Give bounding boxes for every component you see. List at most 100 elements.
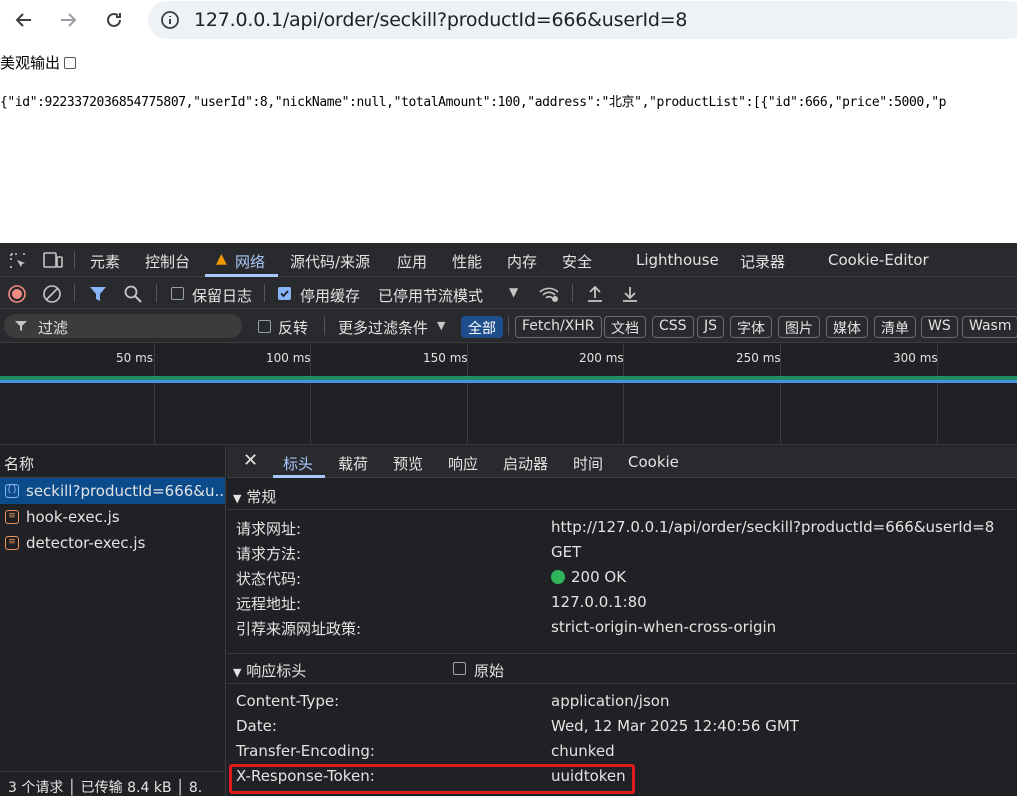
header-value: chunked [551, 742, 615, 760]
tab-network[interactable]: 网络 [235, 251, 265, 272]
header-value: application/json [551, 692, 670, 710]
download-icon[interactable] [621, 284, 639, 304]
address-bar[interactable]: 127.0.0.1/api/order/seckill?productId=66… [148, 1, 1017, 39]
filter-chip-fetch-xhr[interactable]: Fetch/XHR [515, 316, 602, 338]
tab-security[interactable]: 安全 [562, 251, 592, 272]
filter-chip-doc[interactable]: 文档 [604, 316, 646, 338]
tab-performance[interactable]: 性能 [452, 251, 482, 272]
filter-chip-manifest[interactable]: 清单 [874, 316, 916, 338]
filter-bar: 过滤 反转 更多过滤条件 ▼ 全部 Fetch/XHR 文档 CSS JS 字体… [0, 309, 1017, 343]
request-name: seckill?productId=666&u... [26, 482, 225, 500]
divider [508, 317, 509, 335]
pretty-print-checkbox[interactable] [64, 56, 77, 69]
reload-icon [107, 12, 121, 27]
timeline-tick: 200 ms [579, 351, 624, 365]
chevron-down-icon[interactable]: ▼ [509, 285, 518, 299]
header-value: 127.0.0.1:80 [551, 593, 647, 611]
tab-cookie-editor[interactable]: Cookie-Editor [828, 251, 929, 269]
header-key: 状态代码: [236, 570, 302, 588]
header-key: 请求方法: [236, 545, 302, 563]
section-title: 响应标头 [246, 662, 307, 680]
network-summary: 3 个请求 │ 已传输 8.4 kB │ 8. [0, 771, 226, 796]
tab-sources[interactable]: 源代码/来源 [290, 251, 370, 272]
tab-recorder[interactable]: 记录器 [740, 251, 785, 272]
tab-application[interactable]: 应用 [397, 251, 427, 272]
highlight-box [229, 764, 635, 794]
tab-cookie[interactable]: Cookie [628, 453, 679, 471]
devtools-panel: 元素 控制台 ▲ 网络 源代码/来源 应用 性能 内存 安全 Lighthous… [0, 243, 1017, 796]
filter-placeholder: 过滤 [38, 319, 69, 337]
invert-label: 反转 [278, 319, 309, 337]
tab-timing[interactable]: 时间 [573, 453, 603, 474]
request-row[interactable]: ≡ hook-exec.js [0, 504, 225, 530]
search-icon[interactable] [123, 284, 143, 304]
throttling-select[interactable]: 已停用节流模式 [378, 285, 483, 306]
json-response-text: {"id":9223372036854775807,"userId":8,"ni… [0, 95, 947, 110]
timeline-tick: 300 ms [893, 351, 938, 365]
header-key: 请求网址: [236, 520, 302, 538]
timeline-tick: 50 ms [116, 351, 154, 365]
preserve-log-checkbox[interactable] [171, 287, 184, 300]
request-row[interactable]: {} seckill?productId=666&u... [0, 478, 225, 504]
status-ok-icon [551, 570, 565, 584]
device-toolbar-icon[interactable] [42, 251, 64, 271]
script-icon: ≡ [5, 536, 19, 550]
details-tab-bar: ✕ 标头 载荷 预览 响应 启动器 时间 Cookie [227, 446, 1017, 478]
filter-chip-font[interactable]: 字体 [730, 316, 772, 338]
filter-chip-all[interactable]: 全部 [461, 316, 503, 338]
filter-icon[interactable] [89, 285, 107, 303]
filter-chip-wasm[interactable]: Wasm [962, 316, 1017, 338]
arrow-left-icon [15, 13, 31, 27]
raw-checkbox[interactable] [453, 662, 466, 675]
filter-chip-media[interactable]: 媒体 [826, 316, 868, 338]
filter-chip-ws[interactable]: WS [921, 316, 958, 338]
header-key: 引荐来源网址政策: [236, 620, 362, 638]
url-text[interactable]: 127.0.0.1/api/order/seckill?productId=66… [194, 9, 688, 31]
request-row[interactable]: ≡ detector-exec.js [0, 530, 225, 556]
request-name: detector-exec.js [26, 534, 146, 552]
more-filters-dropdown[interactable]: 更多过滤条件 [338, 317, 428, 338]
divider [264, 284, 265, 302]
warning-icon: ▲ [216, 251, 227, 267]
header-key: 远程地址: [236, 595, 302, 613]
divider [74, 251, 75, 269]
back-button[interactable] [10, 6, 38, 34]
forward-button[interactable] [54, 6, 82, 34]
filter-chip-js[interactable]: JS [697, 316, 725, 338]
record-stop-icon[interactable] [7, 284, 27, 304]
invert-checkbox[interactable] [258, 320, 271, 333]
filter-chip-img[interactable]: 图片 [778, 316, 820, 338]
tab-console[interactable]: 控制台 [145, 251, 190, 272]
column-header-name[interactable]: 名称 [0, 446, 225, 478]
tab-lighthouse[interactable]: Lighthouse [636, 251, 719, 269]
request-list: 名称 {} seckill?productId=666&u... ≡ hook-… [0, 446, 226, 796]
filter-icon [15, 321, 27, 331]
tab-memory[interactable]: 内存 [507, 251, 537, 272]
pretty-print-toggle[interactable]: 美观输出 [0, 52, 77, 73]
clear-icon[interactable] [42, 284, 62, 304]
filter-input[interactable]: 过滤 [4, 314, 242, 338]
close-icon[interactable]: ✕ [243, 450, 258, 471]
general-section-header[interactable]: ▼ 常规 [227, 479, 1017, 509]
disable-cache-checkbox[interactable] [278, 287, 291, 300]
tab-response[interactable]: 响应 [448, 453, 478, 474]
raw-label: 原始 [474, 662, 505, 680]
network-conditions-icon[interactable] [538, 284, 560, 304]
info-icon[interactable] [160, 10, 180, 30]
inspect-element-icon[interactable] [8, 251, 28, 271]
chevron-down-icon[interactable]: ▼ [437, 319, 445, 332]
header-key: Date: [236, 717, 277, 735]
filter-chip-css[interactable]: CSS [652, 316, 694, 338]
request-name: hook-exec.js [26, 508, 120, 526]
tab-elements[interactable]: 元素 [90, 251, 120, 272]
tab-initiator[interactable]: 启动器 [503, 453, 548, 474]
reload-button[interactable] [100, 6, 128, 34]
tab-preview[interactable]: 预览 [393, 453, 423, 474]
response-headers-section-header[interactable]: ▼ 响应标头 [227, 653, 1017, 683]
timeline-tick: 100 ms [266, 351, 311, 365]
tab-payload[interactable]: 载荷 [338, 453, 368, 474]
tab-headers[interactable]: 标头 [283, 453, 313, 474]
upload-icon[interactable] [586, 284, 604, 304]
network-timeline[interactable]: 50 ms 100 ms 150 ms 200 ms 250 ms 300 ms [0, 343, 1017, 445]
active-tab-indicator [273, 475, 325, 478]
